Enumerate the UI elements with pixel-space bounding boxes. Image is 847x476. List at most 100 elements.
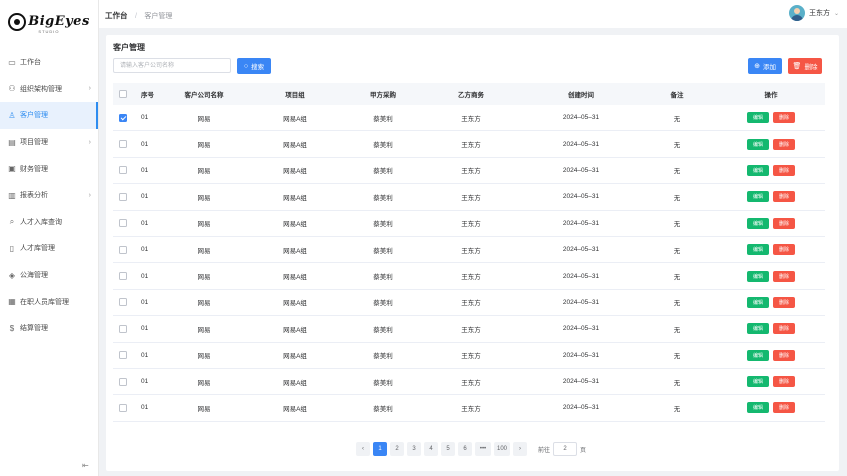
delete-button[interactable]: 🗑 删除 [788, 58, 822, 74]
cell-note: 无 [673, 247, 681, 255]
cell-index: 01 [141, 193, 149, 201]
row-edit-button[interactable]: 编辑 [747, 270, 769, 282]
cell-created-time: 2024–05–31 [562, 140, 600, 148]
row-delete-button[interactable]: 删除 [773, 402, 795, 414]
sidebar-item[interactable]: $ 结算管理 [0, 315, 98, 342]
row-checkbox[interactable] [119, 324, 127, 333]
row-edit-button[interactable]: 编辑 [747, 402, 769, 414]
cell-group: 网易A组 [283, 221, 307, 229]
row-delete-button[interactable]: 删除 [773, 217, 795, 229]
breadcrumb: 工作台 / 客户管理 [105, 5, 172, 23]
row-checkbox[interactable] [119, 245, 127, 254]
select-all-checkbox[interactable] [119, 90, 127, 98]
row-checkbox[interactable] [119, 192, 127, 201]
cell-biz: 王东方 [461, 353, 481, 361]
row-edit-button[interactable]: 编辑 [747, 296, 769, 308]
cell-created-time: 2024–05–31 [562, 166, 600, 174]
search-button[interactable]: ○ 搜索 [237, 58, 271, 74]
row-delete-button[interactable]: 删除 [773, 349, 795, 361]
cell-note: 无 [673, 142, 681, 150]
chevron-down-icon[interactable]: ⌄ [834, 10, 839, 17]
row-delete-button[interactable]: 删除 [773, 270, 795, 282]
row-edit-button[interactable]: 编辑 [747, 323, 769, 335]
row-edit-button[interactable]: 编辑 [747, 349, 769, 361]
sidebar-item[interactable]: ▦ 在职人员库管理 [0, 288, 98, 315]
row-delete-button[interactable]: 删除 [773, 296, 795, 308]
sidebar-item[interactable]: ◈ 公海管理 [0, 262, 98, 289]
page-title: 客户管理 [113, 43, 145, 52]
table-row: 01 网易 网易A组 蔡美利 王东方 2024–05–31 无 编辑 删除 [113, 395, 825, 422]
goto-page-input[interactable]: 2 [553, 442, 578, 456]
row-delete-button[interactable]: 删除 [773, 138, 795, 150]
sidebar-item[interactable]: ▭ 工作台 [0, 49, 98, 76]
user-menu[interactable]: 王东方 ⌄ [788, 5, 839, 21]
breadcrumb-home[interactable]: 工作台 [105, 11, 128, 20]
user-name[interactable]: 王东方 [809, 8, 830, 18]
add-button[interactable]: ⊕ 添加 [748, 58, 782, 74]
sidebar-item[interactable]: ♙ 客户管理 [0, 102, 98, 129]
cell-note: 无 [673, 115, 681, 123]
row-delete-button[interactable]: 删除 [773, 244, 795, 256]
cell-company: 网易 [197, 274, 211, 282]
row-checkbox[interactable] [119, 113, 127, 122]
cell-buyer: 蔡美利 [373, 115, 393, 123]
top-bar: 工作台 / 客户管理 王东方 ⌄ [99, 0, 847, 28]
row-delete-button[interactable]: 删除 [773, 112, 795, 124]
row-checkbox[interactable] [119, 298, 127, 307]
cell-index: 01 [141, 351, 149, 359]
row-delete-button[interactable]: 删除 [773, 376, 795, 388]
avatar[interactable] [788, 5, 805, 21]
search-button-label: 搜索 [251, 64, 265, 71]
row-delete-button[interactable]: 删除 [773, 191, 795, 203]
row-edit-button[interactable]: 编辑 [747, 217, 769, 229]
page-button[interactable]: 1 [373, 442, 387, 456]
row-edit-button[interactable]: 编辑 [747, 164, 769, 176]
row-edit-button[interactable]: 编辑 [747, 138, 769, 150]
next-page-button[interactable]: › [513, 442, 527, 456]
sidebar-item[interactable]: ▯ 人才库管理 [0, 235, 98, 262]
sidebar-item[interactable]: ⚇ 组织架构管理 › [0, 76, 98, 103]
sidebar-item[interactable]: ▤ 项目管理 › [0, 129, 98, 156]
page-button[interactable]: 3 [407, 442, 421, 456]
cell-index: 01 [141, 114, 149, 122]
sidebar-item-label: 工作台 [20, 59, 41, 67]
sidebar-item[interactable]: ▣ 财务管理 [0, 155, 98, 182]
sidebar-item[interactable]: ⌕ 人才入库查询 [0, 209, 98, 236]
page-button[interactable]: 6 [458, 442, 472, 456]
row-edit-button[interactable]: 编辑 [747, 244, 769, 256]
row-checkbox[interactable] [119, 166, 127, 175]
table-row: 01 网易 网易A组 蔡美利 王东方 2024–05–31 无 编辑 删除 [113, 158, 825, 185]
search-input[interactable] [113, 58, 231, 73]
cell-index: 01 [141, 325, 149, 333]
row-edit-button[interactable]: 编辑 [747, 112, 769, 124]
cell-note: 无 [673, 326, 681, 334]
row-edit-button[interactable]: 编辑 [747, 376, 769, 388]
row-checkbox[interactable] [119, 140, 127, 149]
column-header: 序号 [141, 92, 154, 99]
page-unit-label: 页 [580, 447, 587, 454]
page-button[interactable]: ••• [475, 442, 491, 456]
page-button[interactable]: 5 [441, 442, 455, 456]
row-checkbox[interactable] [119, 377, 127, 386]
page-button[interactable]: 2 [390, 442, 404, 456]
cell-company: 网易 [197, 115, 211, 123]
row-edit-button[interactable]: 编辑 [747, 191, 769, 203]
sidebar-item[interactable]: ▥ 报表分析 › [0, 182, 98, 209]
row-checkbox[interactable] [119, 403, 127, 412]
row-delete-button[interactable]: 删除 [773, 164, 795, 176]
row-delete-button[interactable]: 删除 [773, 323, 795, 335]
page-button[interactable]: 4 [424, 442, 438, 456]
column-header: 备注 [670, 92, 684, 99]
sidebar-item-label: 结算管理 [20, 325, 48, 333]
column-header: 操作 [764, 92, 778, 99]
row-checkbox[interactable] [119, 272, 127, 281]
cell-created-time: 2024–05–31 [562, 298, 600, 306]
page-button[interactable]: 100 [494, 442, 510, 456]
cell-company: 网易 [197, 353, 211, 361]
trash-icon: 🗑 [792, 63, 802, 70]
prev-page-button[interactable]: ‹ [356, 442, 370, 456]
cell-company: 网易 [197, 221, 211, 229]
collapse-sidebar-icon[interactable]: ⇤ [82, 461, 89, 470]
row-checkbox[interactable] [119, 351, 127, 360]
row-checkbox[interactable] [119, 219, 127, 228]
